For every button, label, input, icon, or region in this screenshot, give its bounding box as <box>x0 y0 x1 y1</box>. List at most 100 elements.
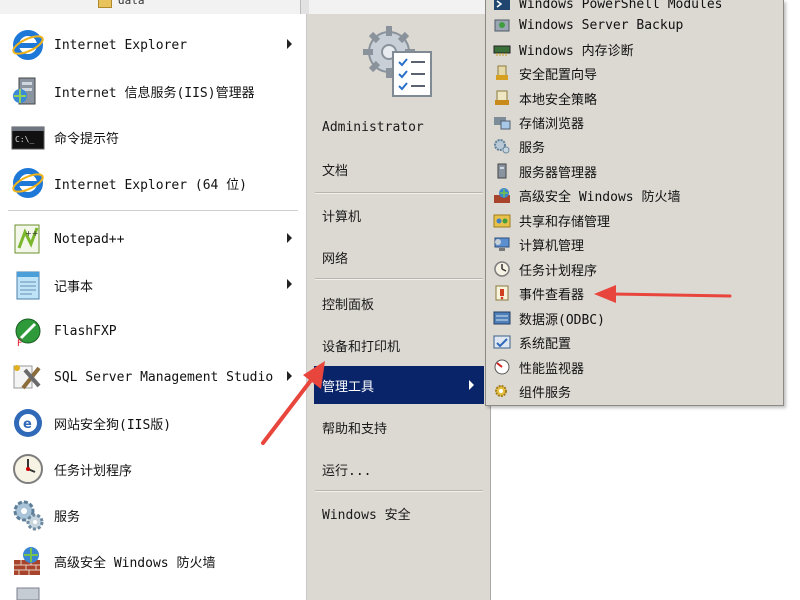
admin-tools-user-icon <box>359 22 441 104</box>
backup-icon <box>492 16 512 34</box>
memory-diagnostic-icon <box>492 40 512 58</box>
admin-item-label: 存储浏览器 <box>519 116 585 132</box>
admin-item-odbc[interactable]: 数据源(ODBC) <box>486 306 783 330</box>
admin-item-share-storage[interactable]: 共享和存储管理 <box>486 208 783 232</box>
firewall-icon <box>10 543 46 579</box>
scrollbar[interactable] <box>300 0 309 14</box>
admin-item-local-security-policy[interactable]: 本地安全策略 <box>486 86 783 110</box>
submenu-arrow-icon <box>287 279 292 289</box>
program-internet-explorer-64[interactable]: Internet Explorer (64 位) <box>0 160 306 206</box>
admin-item-security-wizard[interactable]: 安全配置向导 <box>486 61 783 85</box>
odbc-icon <box>492 309 512 327</box>
task-scheduler-icon <box>492 260 512 278</box>
program-label: 命令提示符 <box>54 131 120 147</box>
submenu-arrow-icon <box>287 39 292 49</box>
place-windows-security[interactable]: Windows 安全 <box>314 496 484 530</box>
admin-item-computer-management[interactable]: 计算机管理 <box>486 232 783 256</box>
program-label: SQL Server Management Studio <box>54 369 274 385</box>
place-admin-tools[interactable]: 管理工具 <box>314 366 484 404</box>
place-run[interactable]: 运行... <box>314 452 484 486</box>
program-notepadpp[interactable]: ++ Notepad++ <box>0 216 306 262</box>
program-label: Internet Explorer <box>54 37 188 53</box>
admin-item-services[interactable]: 服务 <box>486 134 783 158</box>
program-label: 高级安全 Windows 防火墙 <box>54 555 216 571</box>
storage-explorer-icon <box>492 113 512 131</box>
notepad-icon <box>10 267 46 303</box>
place-network[interactable]: 网络 <box>314 240 484 274</box>
svg-text:C:\_: C:\_ <box>15 135 34 144</box>
divider <box>315 490 483 492</box>
divider <box>315 278 483 280</box>
clock-icon <box>10 451 46 487</box>
program-iis-manager[interactable]: Internet 信息服务(IIS)管理器 <box>0 68 306 114</box>
firewall-icon <box>492 186 512 204</box>
program-label: FlashFXP <box>54 323 117 339</box>
place-label: 运行... <box>322 463 372 479</box>
admin-item-label: Windows Server Backup <box>519 17 684 33</box>
place-help-support[interactable]: 帮助和支持 <box>314 410 484 444</box>
server-manager-icon <box>492 162 512 180</box>
admin-item-label: Windows 内存诊断 <box>519 43 634 59</box>
program-label: Internet Explorer (64 位) <box>54 177 248 193</box>
system-config-icon <box>492 333 512 351</box>
iis-manager-icon <box>10 73 46 109</box>
place-label: Administrator <box>322 119 424 135</box>
program-cmd[interactable]: C:\_ 命令提示符 <box>0 114 306 160</box>
program-notepad[interactable]: 记事本 <box>0 262 306 308</box>
svg-text:++: ++ <box>25 229 38 238</box>
admin-item-component-services[interactable]: 组件服务 <box>486 379 783 403</box>
sql-server-icon <box>10 359 46 395</box>
program-label: 任务计划程序 <box>54 463 133 479</box>
svg-text:F: F <box>17 339 22 348</box>
place-label: 计算机 <box>322 209 362 225</box>
place-administrator[interactable]: Administrator <box>314 110 484 144</box>
admin-item-storage-explorer[interactable]: 存储浏览器 <box>486 110 783 134</box>
place-label: Windows 安全 <box>322 507 411 523</box>
divider <box>315 192 483 194</box>
program-flashfxp[interactable]: F FlashFXP <box>0 308 306 354</box>
admin-item-task-scheduler[interactable]: 任务计划程序 <box>486 257 783 281</box>
admin-item-label: Windows PowerShell Modules <box>519 0 723 12</box>
place-devices-printers[interactable]: 设备和打印机 <box>314 328 484 362</box>
submenu-arrow-icon <box>287 233 292 243</box>
admin-item-memory-diagnostic[interactable]: Windows 内存诊断 <box>486 37 783 61</box>
place-computer[interactable]: 计算机 <box>314 198 484 232</box>
admin-item-system-config[interactable]: 系统配置 <box>486 330 783 354</box>
program-label: 服务 <box>54 509 81 525</box>
admin-item-label: 本地安全策略 <box>519 92 598 108</box>
program-task-scheduler[interactable]: 任务计划程序 <box>0 446 306 492</box>
submenu-arrow-icon <box>469 380 474 390</box>
program-firewall[interactable]: 高级安全 Windows 防火墙 <box>0 538 306 584</box>
svg-text:e: e <box>23 417 32 432</box>
program-partial[interactable] <box>0 586 306 600</box>
admin-item-server-backup[interactable]: Windows Server Backup <box>486 13 783 37</box>
admin-item-label: 计算机管理 <box>519 238 585 254</box>
component-services-icon <box>492 382 512 400</box>
admin-item-performance-monitor[interactable]: 性能监视器 <box>486 355 783 379</box>
performance-monitor-icon <box>492 358 512 376</box>
security-wizard-icon <box>492 64 512 82</box>
start-menu-programs: Internet Explorer Internet 信息服务(IIS)管理器 … <box>0 14 307 600</box>
admin-item-firewall[interactable]: 高级安全 Windows 防火墙 <box>486 183 783 207</box>
safedog-icon: e <box>10 405 46 441</box>
program-label: Internet 信息服务(IIS)管理器 <box>54 85 255 101</box>
ie-icon <box>10 27 46 63</box>
share-storage-icon <box>492 211 512 229</box>
admin-item-label: 组件服务 <box>519 385 572 401</box>
folder-label: data <box>118 0 145 7</box>
admin-item-server-manager[interactable]: 服务器管理器 <box>486 159 783 183</box>
ie-icon <box>10 165 46 201</box>
admin-item-label: 高级安全 Windows 防火墙 <box>519 189 681 205</box>
admin-item-label: 数据源(ODBC) <box>519 312 605 328</box>
annotation-arrow-admin-tools <box>261 361 325 445</box>
program-internet-explorer[interactable]: Internet Explorer <box>0 22 306 68</box>
explorer-window-strip: data <box>0 0 490 15</box>
place-control-panel[interactable]: 控制面板 <box>314 286 484 320</box>
admin-item-label: 任务计划程序 <box>519 263 598 279</box>
place-documents[interactable]: 文档 <box>314 152 484 186</box>
admin-item-label: 安全配置向导 <box>519 67 598 83</box>
program-services[interactable]: 服务 <box>0 492 306 538</box>
place-label: 网络 <box>322 251 349 267</box>
services-icon <box>492 137 512 155</box>
program-label: 网站安全狗(IIS版) <box>54 417 172 433</box>
